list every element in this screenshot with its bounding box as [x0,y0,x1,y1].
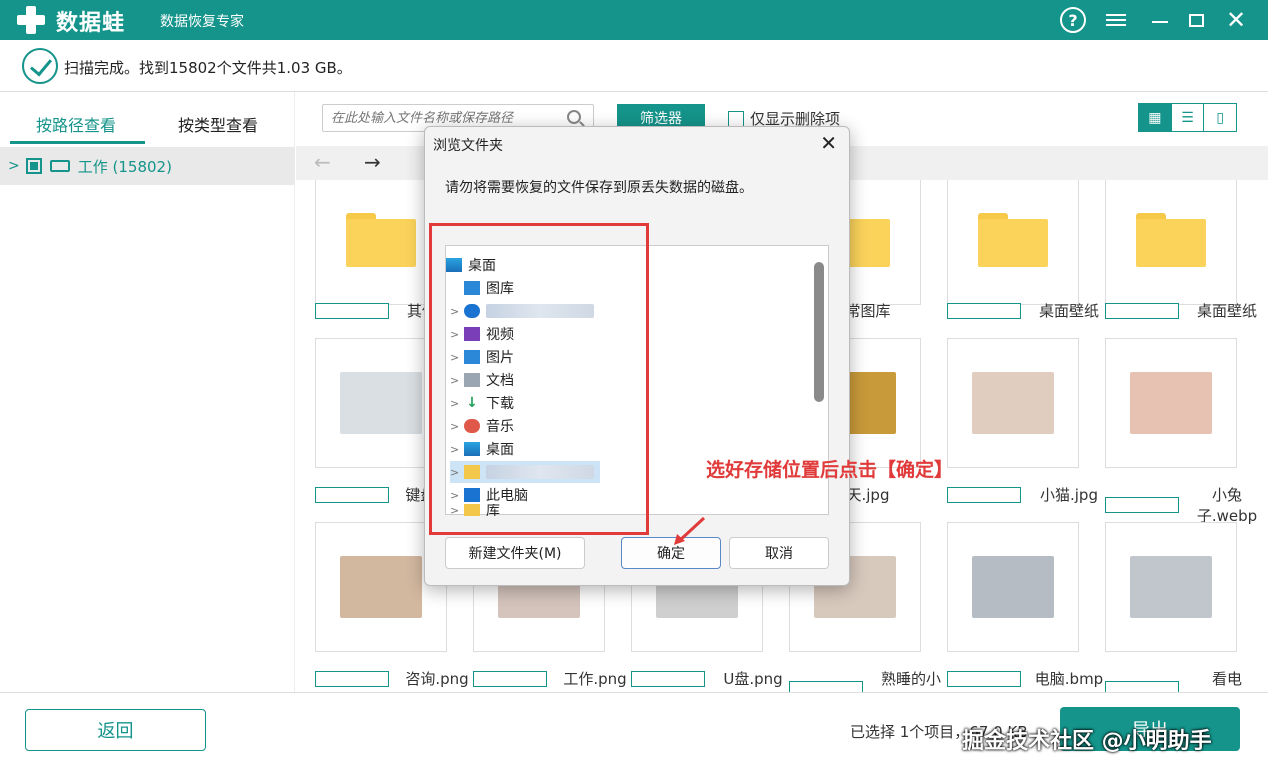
forward-arrow-icon[interactable]: → [364,150,381,174]
close-icon[interactable]: ✕ [1222,6,1250,34]
partial-checkbox[interactable] [25,158,42,174]
list-view-icon[interactable]: ☰ [1170,104,1204,131]
tab-by-path[interactable]: 按路径查看 [36,112,116,136]
help-icon[interactable]: ? [1060,7,1086,33]
maximize-icon[interactable] [1182,6,1210,34]
menu-icon[interactable] [1102,6,1130,34]
file-card[interactable] [947,522,1079,652]
file-checkbox[interactable] [631,670,705,687]
file-checkbox[interactable] [789,681,863,692]
file-checkbox[interactable] [947,302,1021,319]
file-caption: U盘.png [631,668,789,689]
file-name: 熟睡的小猫.jpg [880,670,941,692]
folder-icon [1136,213,1206,267]
file-card[interactable] [947,180,1079,305]
file-name: 桌面壁纸 [1196,302,1257,320]
file-name: 咨询.png [405,670,469,688]
file-checkbox[interactable] [947,486,1021,503]
app-subtitle: 数据恢复专家 [160,14,244,30]
file-checkbox[interactable] [315,670,389,687]
file-name: 小猫.jpg [1040,486,1098,504]
tree-item-work-drive[interactable]: > 工作 (15802) [0,147,295,185]
tab-by-type[interactable]: 按类型查看 [178,112,258,136]
cancel-button[interactable]: 取消 [729,537,829,569]
chevron-right-icon[interactable]: > [8,158,20,174]
status-bar: 扫描完成。找到15802个文件共1.03 GB。 [0,40,1268,92]
file-caption: 桌面壁纸 [947,300,1105,321]
annotation-text: 选好存储位置后点击【确定】 [706,459,954,481]
image-thumbnail [972,556,1054,618]
bottom-bar: 返回 已选择 1个项目，67.0 KB 导出 掘金技术社区 @小明助手 [0,692,1268,773]
image-thumbnail [1130,556,1212,618]
file-checkbox[interactable] [315,302,389,319]
file-checkbox[interactable] [1105,497,1179,513]
file-card[interactable] [1105,180,1237,305]
new-folder-button[interactable]: 新建文件夹(M) [445,537,585,569]
image-thumbnail [1130,372,1212,434]
scrollbar-thumb[interactable] [814,262,824,402]
annotation-arrow-icon [674,516,706,545]
file-caption: 电脑.bmp [947,668,1105,689]
only-deleted-checkbox[interactable] [728,110,744,127]
file-caption: 小猫.jpg [947,484,1105,505]
file-caption: 小兔子.webp [1105,484,1263,526]
folder-icon [978,213,1048,267]
dialog-title: 浏览文件夹 [433,138,503,154]
back-button[interactable]: 返回 [25,709,206,751]
folder-icon [346,213,416,267]
file-checkbox[interactable] [473,670,547,687]
app-logo-icon [14,3,48,37]
file-caption: 咨询.png [315,668,473,689]
image-thumbnail [340,372,422,434]
file-card[interactable] [947,338,1079,468]
file-checkbox[interactable] [947,670,1021,687]
file-caption: 工作.png [473,668,631,689]
dialog-close-icon[interactable]: ✕ [820,131,837,155]
grid-view-icon[interactable]: ▦ [1139,104,1171,131]
highlight-box [429,223,649,535]
app-name: 数据蛙 [56,11,126,36]
image-thumbnail [972,372,1054,434]
tree-item-label: 工作 (15802) [77,157,172,176]
detail-view-icon[interactable]: ▯ [1203,104,1236,131]
search-icon[interactable] [567,110,581,124]
watermark: 掘金技术社区 @小明助手 [962,729,1212,754]
file-name: 看电脑.png [1203,670,1251,692]
file-checkbox[interactable] [1105,681,1179,692]
file-name: 小兔子.webp [1196,486,1258,525]
back-arrow-icon[interactable]: ← [314,150,331,174]
title-bar: 数据蛙 数据恢复专家 ? ✕ [0,0,1268,40]
file-name: 工作.png [563,670,627,688]
file-name: 电脑.bmp [1034,670,1104,688]
active-tab-indicator [10,141,145,144]
sidebar: 按路径查看 按类型查看 > 工作 (15802) [0,92,295,692]
scan-status-text: 扫描完成。找到15802个文件共1.03 GB。 [64,59,352,77]
file-caption: 熟睡的小猫.jpg [789,668,947,692]
file-caption: 桌面壁纸 [1105,300,1263,321]
file-name: 桌面壁纸 [1038,302,1099,320]
file-name: U盘.png [723,670,783,688]
minimize-icon[interactable] [1146,6,1174,34]
file-caption: 看电脑.png [1105,668,1263,692]
ok-button[interactable]: 确定 [621,537,721,569]
file-checkbox[interactable] [315,486,389,503]
image-thumbnail [340,556,422,618]
browse-folder-dialog: 浏览文件夹 ✕ 请勿将需要恢复的文件保存到原丢失数据的磁盘。 桌面 图库 > >… [424,126,850,586]
check-circle-icon [22,48,58,84]
file-checkbox[interactable] [1105,302,1179,319]
file-card[interactable] [1105,522,1237,652]
drive-icon [49,160,70,172]
dialog-message: 请勿将需要恢复的文件保存到原丢失数据的磁盘。 [445,180,753,196]
view-mode-switcher: ▦ ☰ ▯ [1138,103,1237,132]
file-card[interactable] [1105,338,1237,468]
